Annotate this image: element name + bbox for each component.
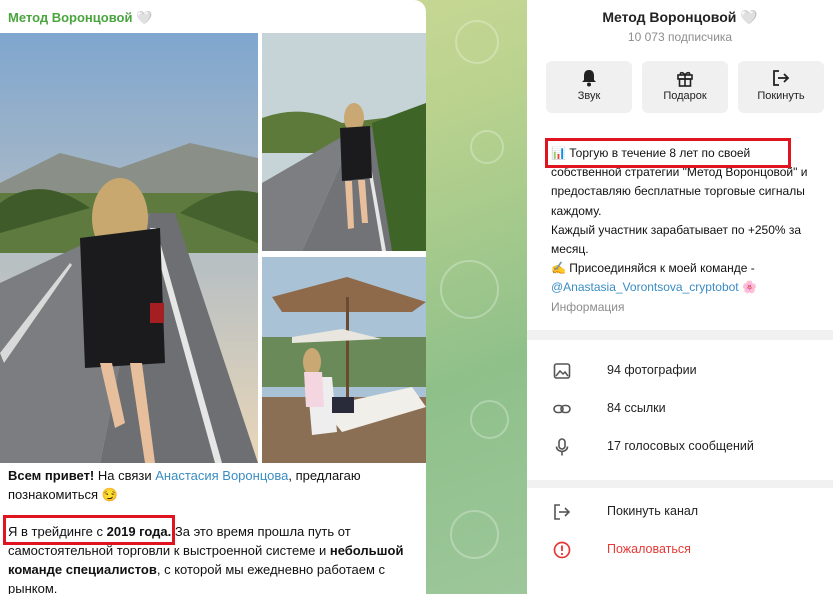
- desc-line-2: собственной стратегии "Метод Воронцовой"…: [551, 165, 808, 218]
- links-label: 84 ссылки: [607, 401, 666, 415]
- info-label: Информация: [551, 299, 625, 314]
- photos-label: 94 фотографии: [607, 363, 697, 377]
- leave-channel-label: Покинуть канал: [607, 504, 699, 518]
- report-row[interactable]: Пожаловаться: [527, 532, 833, 568]
- voice-messages-row[interactable]: 17 голосовых сообщений: [527, 429, 833, 465]
- post-photo-2[interactable]: [262, 33, 426, 251]
- sound-button[interactable]: Звук: [546, 61, 632, 113]
- post-photo-1[interactable]: [0, 33, 258, 463]
- sound-label: Звук: [577, 90, 601, 102]
- leave-icon: [554, 504, 571, 520]
- leave-icon: [773, 70, 790, 86]
- intro-bold: Всем привет!: [8, 468, 95, 483]
- post-author[interactable]: Метод Воронцовой 🤍: [8, 10, 152, 26]
- channel-header: Метод Воронцовой 🤍 10 073 подписчика Зву…: [527, 0, 833, 130]
- chat-background: Метод Воронцовой 🤍 Всем привет! На связи…: [0, 0, 527, 594]
- gift-label: Подарок: [663, 90, 707, 102]
- channel-post: Метод Воронцовой 🤍 Всем привет! На связи…: [0, 0, 426, 594]
- links-row[interactable]: 84 ссылки: [527, 391, 833, 427]
- leave-button[interactable]: Покинуть: [738, 61, 824, 113]
- microphone-icon: [555, 438, 569, 456]
- subscriber-count: 10 073 подписчика: [627, 30, 733, 44]
- channel-description: 📊 Торгую в течение 8 лет по своей собств…: [551, 144, 821, 317]
- bot-link-emoji: 🌸: [738, 280, 757, 295]
- warning-icon: [553, 541, 571, 559]
- actions-section: Покинуть канал Пожаловаться: [527, 488, 833, 594]
- channel-title: Метод Воронцовой 🤍: [602, 9, 758, 25]
- bell-icon: [582, 70, 596, 87]
- photos-row[interactable]: 94 фотографии: [527, 353, 833, 389]
- intro-text: На связи: [94, 468, 156, 483]
- gift-icon: [677, 71, 693, 87]
- desc-line-3: Каждый участник зарабатывает по +250% за…: [551, 222, 802, 257]
- desc-line-4: ✍️ Присоединяйся к моей команде -: [551, 261, 755, 276]
- gift-button[interactable]: Подарок: [642, 61, 728, 113]
- link-icon: [553, 404, 571, 414]
- post-photo-3[interactable]: [262, 257, 426, 463]
- author-mention-link[interactable]: Анастасия Воронцова: [155, 468, 288, 483]
- channel-info-panel: Метод Воронцовой 🤍 10 073 подписчика Зву…: [527, 0, 833, 594]
- report-label: Пожаловаться: [607, 542, 691, 556]
- photo-icon: [553, 363, 571, 379]
- media-section: 94 фотографии 84 ссылки 17 голосовых соо…: [527, 340, 833, 480]
- highlight-box-description: [545, 138, 791, 168]
- bot-link[interactable]: @Anastasia_Vorontsova_cryptobot: [551, 280, 739, 294]
- leave-channel-row[interactable]: Покинуть канал: [527, 494, 833, 530]
- highlight-box-year: [3, 515, 175, 545]
- leave-label: Покинуть: [757, 90, 805, 102]
- voice-messages-label: 17 голосовых сообщений: [607, 439, 754, 453]
